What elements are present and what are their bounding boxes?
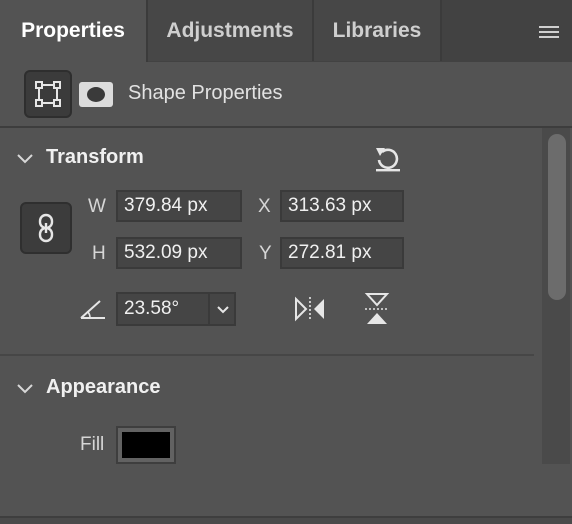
height-label: H	[92, 243, 106, 264]
scrollbar-thumb[interactable]	[548, 134, 566, 300]
panel-menu-icon[interactable]	[538, 24, 560, 40]
header-title: Shape Properties	[128, 82, 283, 104]
flip-vertical-icon[interactable]	[364, 292, 390, 326]
chevron-down-icon	[217, 306, 229, 314]
mask-icon[interactable]	[79, 82, 113, 107]
properties-scroll-area: Transform W 379.84 px X 313.63 px H 532.…	[0, 128, 572, 524]
fill-color-swatch[interactable]	[116, 426, 176, 464]
appearance-section-title: Appearance	[46, 376, 161, 398]
fill-label: Fill	[80, 434, 105, 455]
section-divider	[0, 354, 534, 356]
width-label: W	[88, 196, 106, 217]
panel-bottom-bar	[0, 516, 572, 524]
shape-type-button[interactable]	[24, 70, 72, 118]
angle-dropdown-button[interactable]	[208, 294, 234, 324]
x-position-field[interactable]: 313.63 px	[280, 190, 404, 222]
y-position-field[interactable]: 272.81 px	[280, 237, 404, 269]
properties-panel: Properties Adjustments Libraries Shape P…	[0, 0, 572, 524]
angle-icon	[80, 300, 105, 319]
shape-bounding-box-icon	[35, 81, 61, 107]
fill-color-preview	[122, 432, 170, 458]
height-field[interactable]: 532.09 px	[116, 237, 242, 269]
x-label: X	[258, 196, 271, 217]
link-dimensions-button[interactable]	[20, 202, 72, 254]
chevron-down-icon	[17, 384, 33, 394]
width-field[interactable]: 379.84 px	[116, 190, 242, 222]
tab-properties[interactable]: Properties	[0, 0, 148, 62]
tab-libraries[interactable]: Libraries	[314, 0, 442, 61]
appearance-section-toggle[interactable]: Appearance	[16, 374, 216, 404]
link-icon	[38, 213, 54, 243]
tab-adjustments[interactable]: Adjustments	[148, 0, 314, 61]
flip-horizontal-icon[interactable]	[294, 296, 326, 322]
tab-bar: Properties Adjustments Libraries	[0, 0, 572, 62]
reset-transform-icon[interactable]	[374, 144, 402, 172]
angle-combobox[interactable]: 23.58°	[116, 292, 236, 326]
shape-properties-header: Shape Properties	[0, 62, 572, 128]
angle-value[interactable]: 23.58°	[124, 294, 179, 324]
chevron-down-icon	[17, 154, 33, 164]
y-label: Y	[259, 243, 272, 264]
transform-section-title: Transform	[46, 146, 144, 168]
transform-section-toggle[interactable]: Transform	[16, 144, 216, 174]
